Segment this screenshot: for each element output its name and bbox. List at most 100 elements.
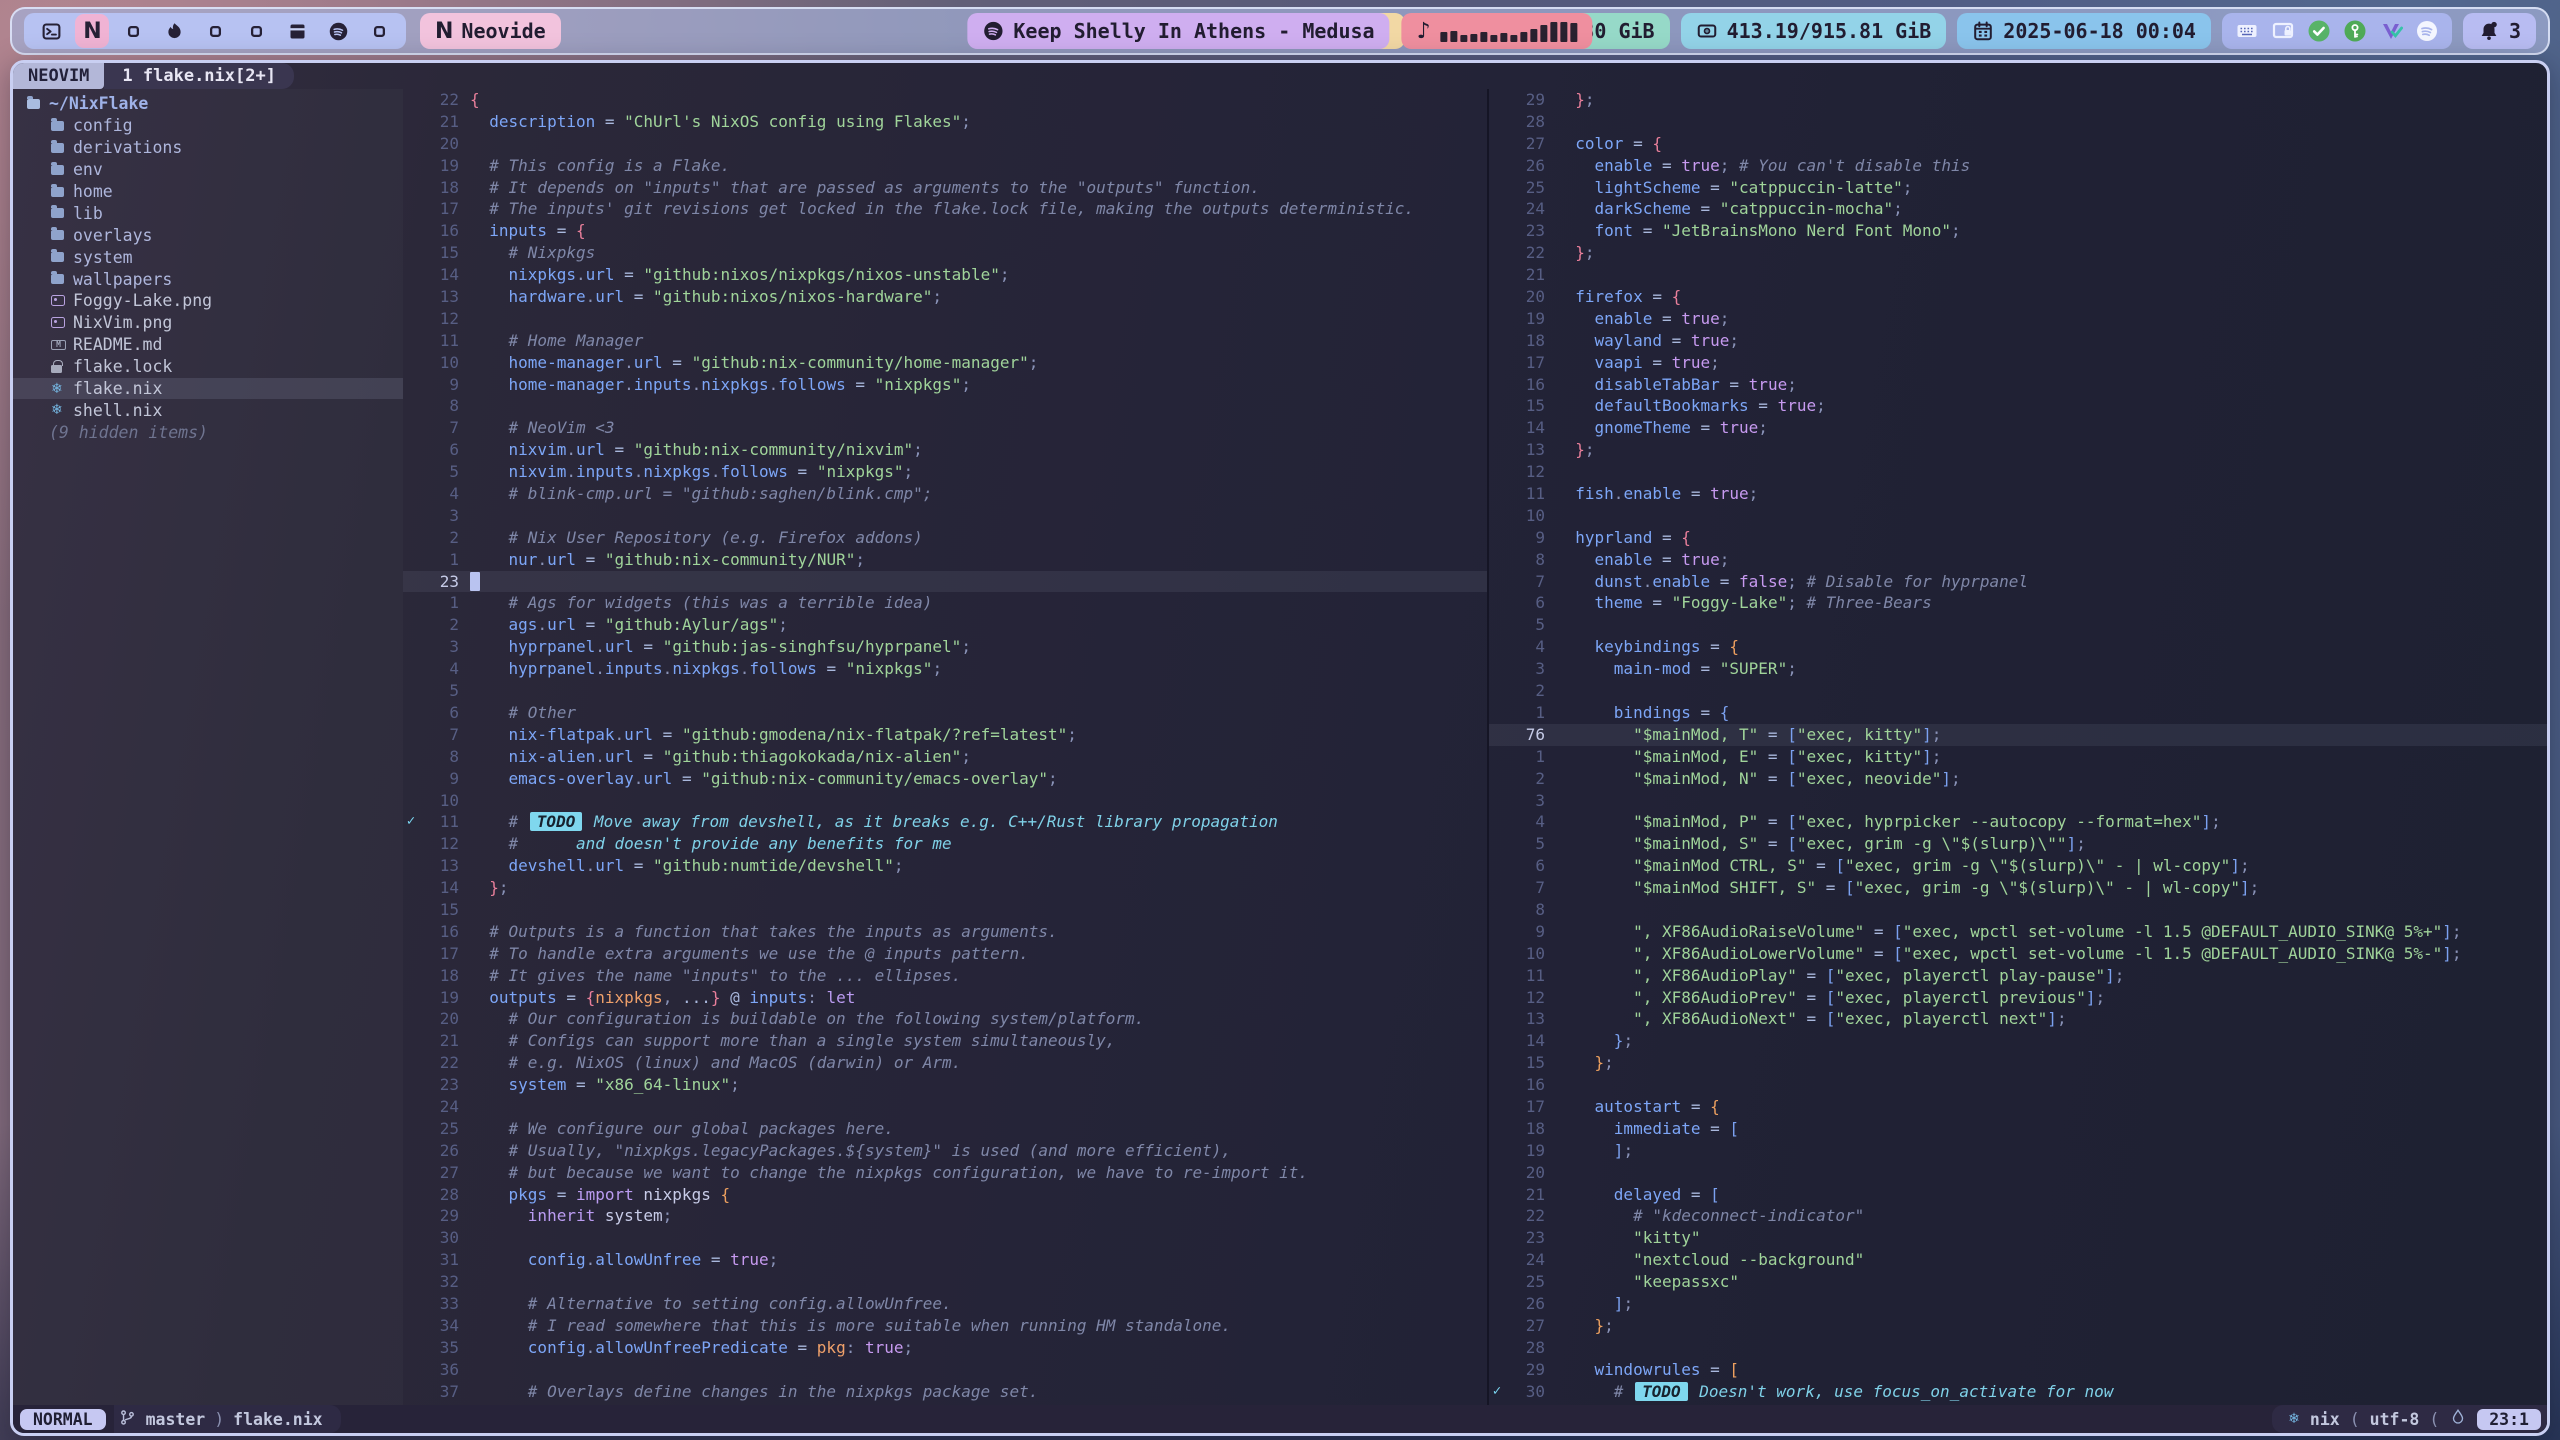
code-line[interactable]: 15 defaultBookmarks = true; [1489,395,2547,417]
code-line[interactable]: 1 bindings = { [1489,702,2547,724]
code-line[interactable]: 25 # We configure our global packages he… [403,1118,1487,1140]
code-line[interactable]: 23 system = "x86_64-linux"; [403,1074,1487,1096]
tree-item-derivations[interactable]: derivations [13,137,403,159]
code-line[interactable]: 1 nur.url = "github:nix-community/NUR"; [403,549,1487,571]
code-line[interactable]: 13 }; [1489,439,2547,461]
code-line[interactable]: 29 inherit system; [403,1205,1487,1227]
code-line[interactable]: 4 # blink-cmp.url = "github:saghen/blink… [403,483,1487,505]
spotify-icon[interactable] [2415,19,2439,43]
code-line[interactable]: 24 [403,1096,1487,1118]
workspace-empty[interactable] [239,14,273,48]
code-line[interactable]: 9 hyprland = { [1489,527,2547,549]
code-line[interactable]: 23 font = "JetBrainsMono Nerd Font Mono"… [1489,220,2547,242]
code-line[interactable]: 16 disableTabBar = true; [1489,374,2547,396]
code-line[interactable]: 19 outputs = {nixpkgs, ...} @ inputs: le… [403,987,1487,1009]
code-line[interactable]: 14 gnomeTheme = true; [1489,417,2547,439]
code-line[interactable]: 6 # Other [403,702,1487,724]
code-line[interactable]: 20 [1489,1162,2547,1184]
code-line[interactable]: 15 [403,899,1487,921]
code-line[interactable]: 7 dunst.enable = false; # Disable for hy… [1489,571,2547,593]
code-line[interactable]: 13 ", XF86AudioNext" = ["exec, playerctl… [1489,1008,2547,1030]
code-line[interactable]: 4 "$mainMod, P" = ["exec, hyprpicker --a… [1489,811,2547,833]
code-line[interactable]: 15 # Nixpkgs [403,242,1487,264]
code-line[interactable]: 4 keybindings = { [1489,636,2547,658]
code-line[interactable]: 20 firefox = { [1489,286,2547,308]
tree-item-nixflake[interactable]: ~/NixFlake [13,93,403,115]
code-line[interactable]: 24 darkScheme = "catppuccin-mocha"; [1489,198,2547,220]
code-line[interactable]: 29 windowrules = [ [1489,1359,2547,1381]
code-line[interactable]: 17 # The inputs' git revisions get locke… [403,198,1487,220]
code-line[interactable]: 33 # Alternative to setting config.allow… [403,1293,1487,1315]
workspace-neovim-active[interactable]: N [75,14,109,48]
tree-item-nixvim.png[interactable]: NixVim.png [13,312,403,334]
code-line[interactable]: 19 # This config is a Flake. [403,155,1487,177]
code-line[interactable]: 16 inputs = { [403,220,1487,242]
editor-pane-left[interactable]: 22{21 description = "ChUrl's NixOS confi… [403,89,1487,1405]
code-line[interactable]: 14 }; [403,877,1487,899]
code-line[interactable]: 9 ", XF86AudioRaiseVolume" = ["exec, wpc… [1489,921,2547,943]
workspace-firefox[interactable] [157,14,191,48]
code-line[interactable]: 11 # Home Manager [403,330,1487,352]
code-line[interactable]: ✓11 # TODO Move away from devshell, as i… [403,811,1487,833]
code-line[interactable]: 5 nixvim.inputs.nixpkgs.follows = "nixpk… [403,461,1487,483]
code-line[interactable]: 25 "keepassxc" [1489,1271,2547,1293]
tree-item-foggy-lake.png[interactable]: Foggy-Lake.png [13,290,403,312]
clock-module[interactable]: 2025-06-18 00:04 [1957,13,2211,49]
editor-pane-right[interactable]: 29 };2827 color = {26 enable = true; # Y… [1489,89,2547,1405]
code-line[interactable]: 21 # Configs can support more than a sin… [403,1030,1487,1052]
code-line[interactable]: 24 "nextcloud --background" [1489,1249,2547,1271]
code-line[interactable]: 16 # Outputs is a function that takes th… [403,921,1487,943]
disk-module[interactable]: 413.19/915.81 GiB [1681,13,1947,49]
code-line[interactable]: 14 }; [1489,1030,2547,1052]
keyboard-icon[interactable] [2235,19,2259,43]
code-line[interactable]: 17 vaapi = true; [1489,352,2547,374]
notifications-module[interactable]: 3 [2463,13,2536,49]
code-line[interactable]: 12 [403,308,1487,330]
code-line[interactable]: 6 nixvim.url = "github:nix-community/nix… [403,439,1487,461]
code-line[interactable]: 30 [403,1227,1487,1249]
code-line[interactable]: 28 [1489,111,2547,133]
buffer-tab[interactable]: 1 flake.nix[2+] [104,63,294,89]
workspace-spotify[interactable] [321,14,355,48]
code-line[interactable]: 35 config.allowUnfreePredicate = pkg: tr… [403,1337,1487,1359]
tree-item-lib[interactable]: lib [13,202,403,224]
vee-icon[interactable] [2379,19,2403,43]
code-line[interactable]: 32 [403,1271,1487,1293]
code-line[interactable]: 13 devshell.url = "github:numtide/devshe… [403,855,1487,877]
code-line[interactable]: 1 # Ags for widgets (this was a terrible… [403,592,1487,614]
key-icon[interactable] [2343,19,2367,43]
code-line[interactable]: 28 [1489,1337,2547,1359]
code-line[interactable]: 11 fish.enable = true; [1489,483,2547,505]
code-line[interactable]: 15 }; [1489,1052,2547,1074]
tree-item-config[interactable]: config [13,115,403,137]
code-line[interactable]: 26 # Usually, "nixpkgs.legacyPackages.${… [403,1140,1487,1162]
tree-item-home[interactable]: home [13,181,403,203]
code-line[interactable]: 9 home-manager.inputs.nixpkgs.follows = … [403,374,1487,396]
code-line[interactable]: 4 hyprpanel.inputs.nixpkgs.follows = "ni… [403,658,1487,680]
code-line[interactable]: 14 nixpkgs.url = "github:nixos/nixpkgs/n… [403,264,1487,286]
code-line[interactable]: 37 # Overlays define changes in the nixp… [403,1381,1487,1403]
code-line[interactable]: 1 "$mainMod, E" = ["exec, kitty"]; [1489,746,2547,768]
code-line[interactable]: 31 config.allowUnfree = true; [403,1249,1487,1271]
code-line[interactable]: 27 }; [1489,1315,2547,1337]
code-line[interactable]: 23 "kitty" [1489,1227,2547,1249]
code-line-current[interactable]: 76 "$mainMod, T" = ["exec, kitty"]; [1489,724,2547,746]
code-line[interactable]: 19 enable = true; [1489,308,2547,330]
code-line[interactable]: 21 delayed = [ [1489,1184,2547,1206]
tree-item-9hiddenitems[interactable]: (9 hidden items) [13,421,403,443]
code-line[interactable]: 17 # To handle extra arguments we use th… [403,943,1487,965]
code-line[interactable]: 18 # It gives the name "inputs" to the .… [403,965,1487,987]
code-line[interactable]: 12 ", XF86AudioPrev" = ["exec, playerctl… [1489,987,2547,1009]
workspace-inbox[interactable] [280,14,314,48]
code-line[interactable]: 34 # I read somewhere that this is more … [403,1315,1487,1337]
tree-item-flake.lock[interactable]: flake.lock [13,356,403,378]
code-line[interactable]: 18 wayland = true; [1489,330,2547,352]
code-line[interactable]: 10 home-manager.url = "github:nix-commun… [403,352,1487,374]
code-line[interactable]: 8 [1489,899,2547,921]
code-line[interactable]: 8 [403,395,1487,417]
code-line[interactable]: 26 enable = true; # You can't disable th… [1489,155,2547,177]
code-line[interactable]: 10 ", XF86AudioLowerVolume" = ["exec, wp… [1489,943,2547,965]
code-line[interactable]: 7 # NeoVim <3 [403,417,1487,439]
media-module[interactable]: Keep Shelly In Athens - Medusa [967,13,1389,49]
tree-item-system[interactable]: system [13,246,403,268]
